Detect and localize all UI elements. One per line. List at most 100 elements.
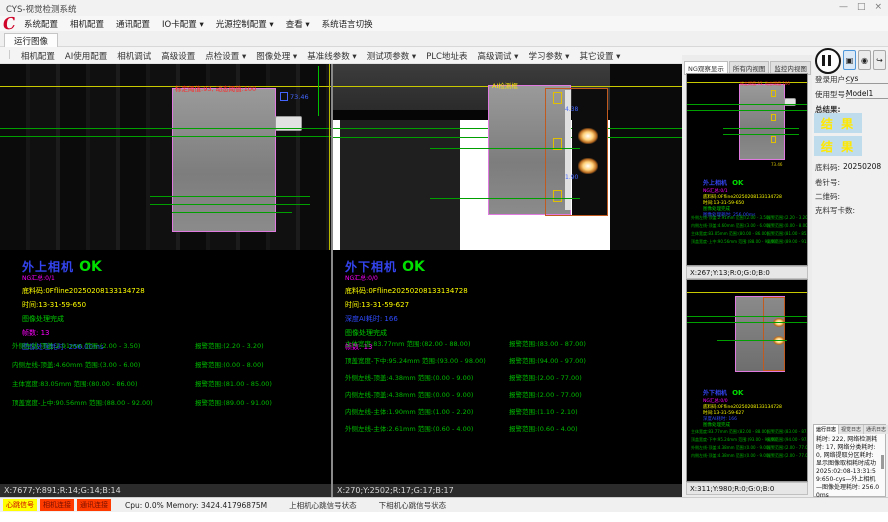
feature-box: [553, 190, 562, 202]
camera-name: 外上相机: [22, 260, 74, 274]
tool-image-processing[interactable]: 图像处理 ▾: [256, 50, 297, 62]
status-ok: OK: [402, 259, 425, 275]
tab-strip: 运行图像: [0, 31, 888, 47]
measure-row: 外侧左线-顶盖:2.91mm 范围:(2.00 - 3.50) 报警范围:(2.…: [691, 214, 778, 222]
measure-line: [430, 198, 580, 199]
feature-box: [553, 92, 562, 104]
tool-baseline-params[interactable]: 基准线参数 ▾: [307, 50, 356, 62]
done-line: 图像处理完成: [22, 314, 145, 324]
minimize-icon[interactable]: —: [839, 2, 848, 12]
calibration-line: [687, 292, 807, 293]
material-code-value: 20250208: [843, 162, 885, 171]
tool-camera-debug[interactable]: 相机调试: [117, 50, 151, 62]
calibration-line: [0, 86, 331, 87]
left-pixel-coordinate-bar: X:7677;Y:891;R:14;G:14;B:14: [0, 484, 331, 497]
toolbar-separator: |: [8, 50, 11, 62]
scanner-icon: ▣: [846, 56, 854, 65]
middle-camera-image[interactable]: AI检测框 4.38 1.90: [333, 64, 682, 250]
reflection-spot: [578, 128, 598, 144]
measure-row: 顶盖宽度-上中:90.56mm 范围:(88.00 - 92.00)报警范围:(…: [12, 397, 153, 407]
measure-row: 主体宽度:83.05mm 范围:(80.00 - 86.00) 报警范围:(81…: [691, 230, 778, 238]
menu-item-io-card-config[interactable]: IO卡配置 ▾: [162, 18, 204, 30]
logout-button[interactable]: ↪: [873, 50, 886, 70]
tool-other-settings[interactable]: 其它设置 ▾: [579, 50, 620, 62]
measure-line: [723, 134, 799, 135]
measure-box-icon: [280, 92, 288, 101]
tool-camera-config[interactable]: 相机配置: [21, 50, 55, 62]
tab-run-image[interactable]: 运行图像: [4, 33, 58, 48]
menu-item-camera-config[interactable]: 相机配置: [70, 18, 104, 30]
camera-name: 外下相机: [345, 260, 397, 274]
measure-row: 顶盖宽度-上中:90.56mm 范围:(88.00 - 92.00) 报警范围:…: [691, 238, 778, 246]
upper-camera-heartbeat-status: 上相机心跳信号状态: [289, 500, 357, 511]
machine-dark-zone: [610, 64, 682, 250]
threshold-label: 标定阈值:93, 动态阈值:100: [740, 81, 800, 87]
log-panel: 运行日志 视觉日志 通讯日志 耗时: 222, 网络检测耗时: 17, 网络分类…: [813, 424, 886, 497]
login-user-field[interactable]: cys: [846, 74, 888, 84]
tab-vision-log[interactable]: 视觉日志: [839, 425, 864, 434]
baseline: [0, 128, 331, 129]
menu-item-system-config[interactable]: 系统配置: [24, 18, 58, 30]
log-text: 耗时: 222, 网络检测耗时: 17, 网络分类耗时: 0, 网络提取分区耗时…: [814, 434, 882, 502]
handheld-scanner-button[interactable]: ▣: [843, 50, 856, 70]
card-write-count-label: 克料写卡数:: [815, 205, 855, 216]
left-camera-result-text: 外上相机 OK NG汇总:0/1 底料码:0Ffline202502081331…: [0, 250, 331, 484]
menu-item-light-control[interactable]: 光源控制配置 ▾: [216, 18, 274, 30]
camera-connect-badge: 相机连接: [40, 499, 74, 511]
maximize-icon[interactable]: □: [857, 2, 866, 12]
measure-line: [150, 196, 310, 197]
model-field[interactable]: Model1: [846, 89, 888, 99]
measure-value-label: 1.90: [565, 174, 578, 181]
time-line: 时间:13-31-59-627: [345, 300, 468, 310]
result-box-upper: 结 果: [814, 113, 862, 133]
time-line: 时间:13-31-59-650: [22, 300, 145, 310]
pause-icon: [828, 55, 831, 66]
ai-frame-label: AI检测框: [492, 80, 518, 90]
left-camera-image[interactable]: 标定阈值:93, 动态阈值:100 73.46: [0, 64, 331, 250]
panel-edge-line: [329, 64, 330, 250]
pause-button[interactable]: [815, 48, 841, 74]
status-ok: OK: [79, 259, 102, 275]
measure-row: 顶盖宽度-下中:95.24mm 范围:(93.00 - 98.00)报警范围:(…: [345, 355, 486, 365]
status-ok: OK: [732, 179, 743, 187]
measure-line: [717, 340, 787, 341]
menu-item-comm-config[interactable]: 通讯配置: [116, 18, 150, 30]
log-tabs: 运行日志 视觉日志 通讯日志: [814, 425, 885, 434]
tool-learning-params[interactable]: 学习参数 ▾: [528, 50, 569, 62]
needle-number-label: 卷针号:: [815, 177, 840, 188]
tool-advanced-settings[interactable]: 高级设置: [161, 50, 195, 62]
barcode-line: 底料码:0Ffline20250208133134728: [22, 286, 145, 296]
tool-ai-usage-config[interactable]: AI使用配置: [65, 50, 107, 62]
measure-line: [150, 204, 310, 205]
heartbeat-badge: 心跳信号: [3, 499, 37, 511]
mini-lower-coordinate-bar: X:311;Y:980;R:0;G:0;B:0: [686, 482, 808, 495]
edge-line: [318, 66, 319, 116]
measure-row: 内侧左线-顶盖:4.38mm 范围:(0.00 - 9.00)报警范围:(2.0…: [345, 389, 473, 399]
mini-lower-camera-view[interactable]: 外下相机 OK NG汇总:0/0 底料码:0Ffline202502081331…: [686, 279, 808, 482]
log-scrollbar[interactable]: [881, 455, 884, 469]
camera-name: 外上相机: [703, 180, 727, 187]
baseline: [687, 110, 807, 111]
tab-comm-log[interactable]: 通讯日志: [864, 425, 888, 434]
feature-box: [771, 114, 776, 121]
pause-icon: [822, 55, 825, 66]
mini-upper-camera-view[interactable]: 标定阈值:93, 动态阈值:100 73.46 外上相机 OK NG汇总:0/1…: [686, 73, 808, 266]
target-button[interactable]: ◉: [858, 50, 871, 70]
tool-spot-check[interactable]: 点检设置 ▾: [205, 50, 246, 62]
menu-item-view[interactable]: 查看 ▾: [286, 18, 310, 30]
tool-test-params[interactable]: 测试项参数 ▾: [367, 50, 416, 62]
baseline: [687, 322, 807, 323]
ai-detect-rect: [763, 297, 785, 371]
camera-name: 外下相机: [703, 390, 727, 397]
close-icon[interactable]: ×: [874, 2, 882, 12]
measure-line: [723, 128, 799, 129]
tool-advanced-debug[interactable]: 高级调试 ▾: [477, 50, 518, 62]
middle-camera-result-text: 外下相机 OK NG汇总:0/0 底料码:0Ffline202502081331…: [333, 250, 682, 484]
measure-row: 外侧左线-顶盖:4.38mm 范围:(0.00 - 9.00) 报警范围:(2.…: [691, 444, 778, 452]
menu-item-language-switch[interactable]: 系统语言切换: [322, 18, 373, 30]
barcode-line: 底料码:0Ffline20250208133134728: [345, 286, 468, 296]
result-box-lower: 结 果: [814, 136, 862, 156]
tab-run-log[interactable]: 运行日志: [814, 425, 839, 434]
tool-plc-address[interactable]: PLC地址表: [426, 50, 467, 62]
measure-row: 外侧左线-顶盖:4.38mm 范围:(0.00 - 9.00)报警范围:(2.0…: [345, 372, 473, 382]
